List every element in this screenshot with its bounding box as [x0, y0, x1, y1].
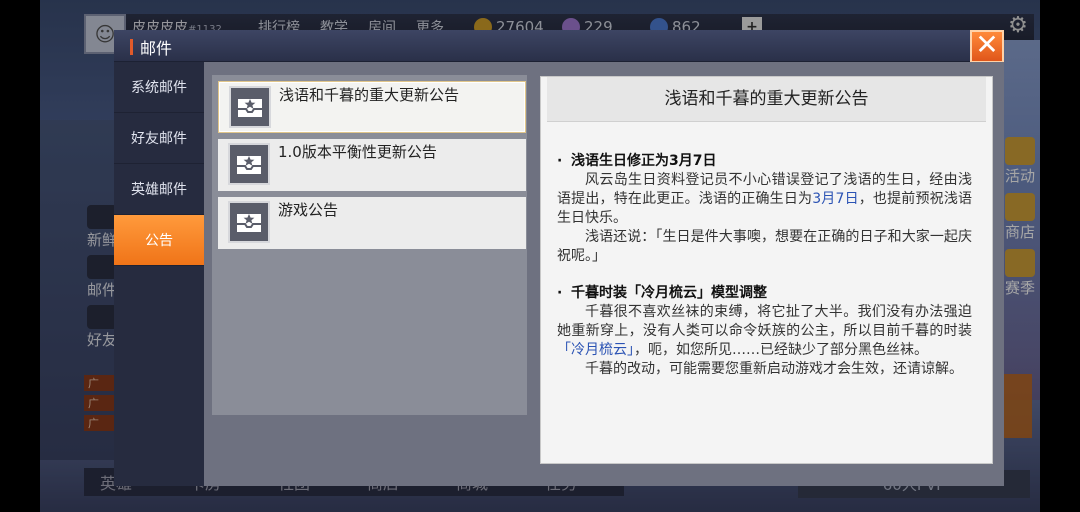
tab-friend-mail[interactable]: 好友邮件: [114, 113, 204, 164]
dialog-title-bar: 邮件: [114, 30, 1004, 62]
tab-announcements[interactable]: 公告: [114, 215, 204, 266]
highlight-text: 3月7日: [812, 191, 859, 207]
mail-dialog: 邮件 ✕ 系统邮件 好友邮件 英雄邮件 公告 浅语和千暮的重大更新公告 1.0版…: [114, 30, 1004, 486]
section-paragraph: 千暮很不喜欢丝袜的束缚，将它扯了大半。我们没有办法强迫她重新穿上，没有人类可以命…: [557, 304, 972, 358]
section-paragraph: 风云岛生日资料登记员不小心错误登记了浅语的生日，经由浅语提出，特在此更正。浅语的…: [557, 172, 972, 226]
mail-detail-body: · 浅语生日修正为3月7日 风云岛生日资料登记员不小心错误登记了浅语的生日，经由浅…: [541, 122, 992, 379]
mail-item[interactable]: 游戏公告: [218, 197, 526, 249]
announcement-icon: [228, 143, 270, 185]
mail-item[interactable]: 1.0版本平衡性更新公告: [218, 139, 526, 191]
section-heading: · 浅语生日修正为3月7日: [557, 153, 717, 169]
section-paragraph: 浅语还说：「生日是件大事噢，想要在正确的日子和大家一起庆祝呢。」: [557, 229, 972, 264]
mail-item[interactable]: 浅语和千暮的重大更新公告: [218, 81, 526, 133]
mail-detail-panel[interactable]: 浅语和千暮的重大更新公告 · 浅语生日修正为3月7日 风云岛生日资料登记员不小心错…: [540, 76, 993, 464]
mail-title: 游戏公告: [278, 201, 339, 219]
tab-system-mail[interactable]: 系统邮件: [114, 62, 204, 113]
tab-hero-mail[interactable]: 英雄邮件: [114, 164, 204, 215]
mail-title: 浅语和千暮的重大更新公告: [279, 86, 460, 104]
section-heading: · 千暮时装「冷月梳云」模型调整: [557, 285, 767, 301]
close-button[interactable]: ✕: [970, 30, 1004, 63]
title-accent: [130, 39, 133, 55]
mail-list[interactable]: 浅语和千暮的重大更新公告 1.0版本平衡性更新公告 游戏公告: [212, 75, 527, 415]
dialog-title: 邮件: [140, 39, 173, 58]
section-paragraph: 千暮的改动，可能需要您重新启动游戏才会生效，还请谅解。: [585, 361, 963, 377]
mail-category-tabs: 系统邮件 好友邮件 英雄邮件 公告: [114, 62, 204, 486]
announcement-icon: [229, 86, 271, 128]
mail-title: 1.0版本平衡性更新公告: [278, 143, 437, 161]
mail-content-area: 浅语和千暮的重大更新公告 1.0版本平衡性更新公告 游戏公告 浅语和千暮的重大更…: [204, 62, 1004, 486]
announcement-icon: [228, 201, 270, 243]
mail-detail-title: 浅语和千暮的重大更新公告: [547, 77, 986, 122]
highlight-text: 「冷月梳云」: [557, 342, 634, 358]
